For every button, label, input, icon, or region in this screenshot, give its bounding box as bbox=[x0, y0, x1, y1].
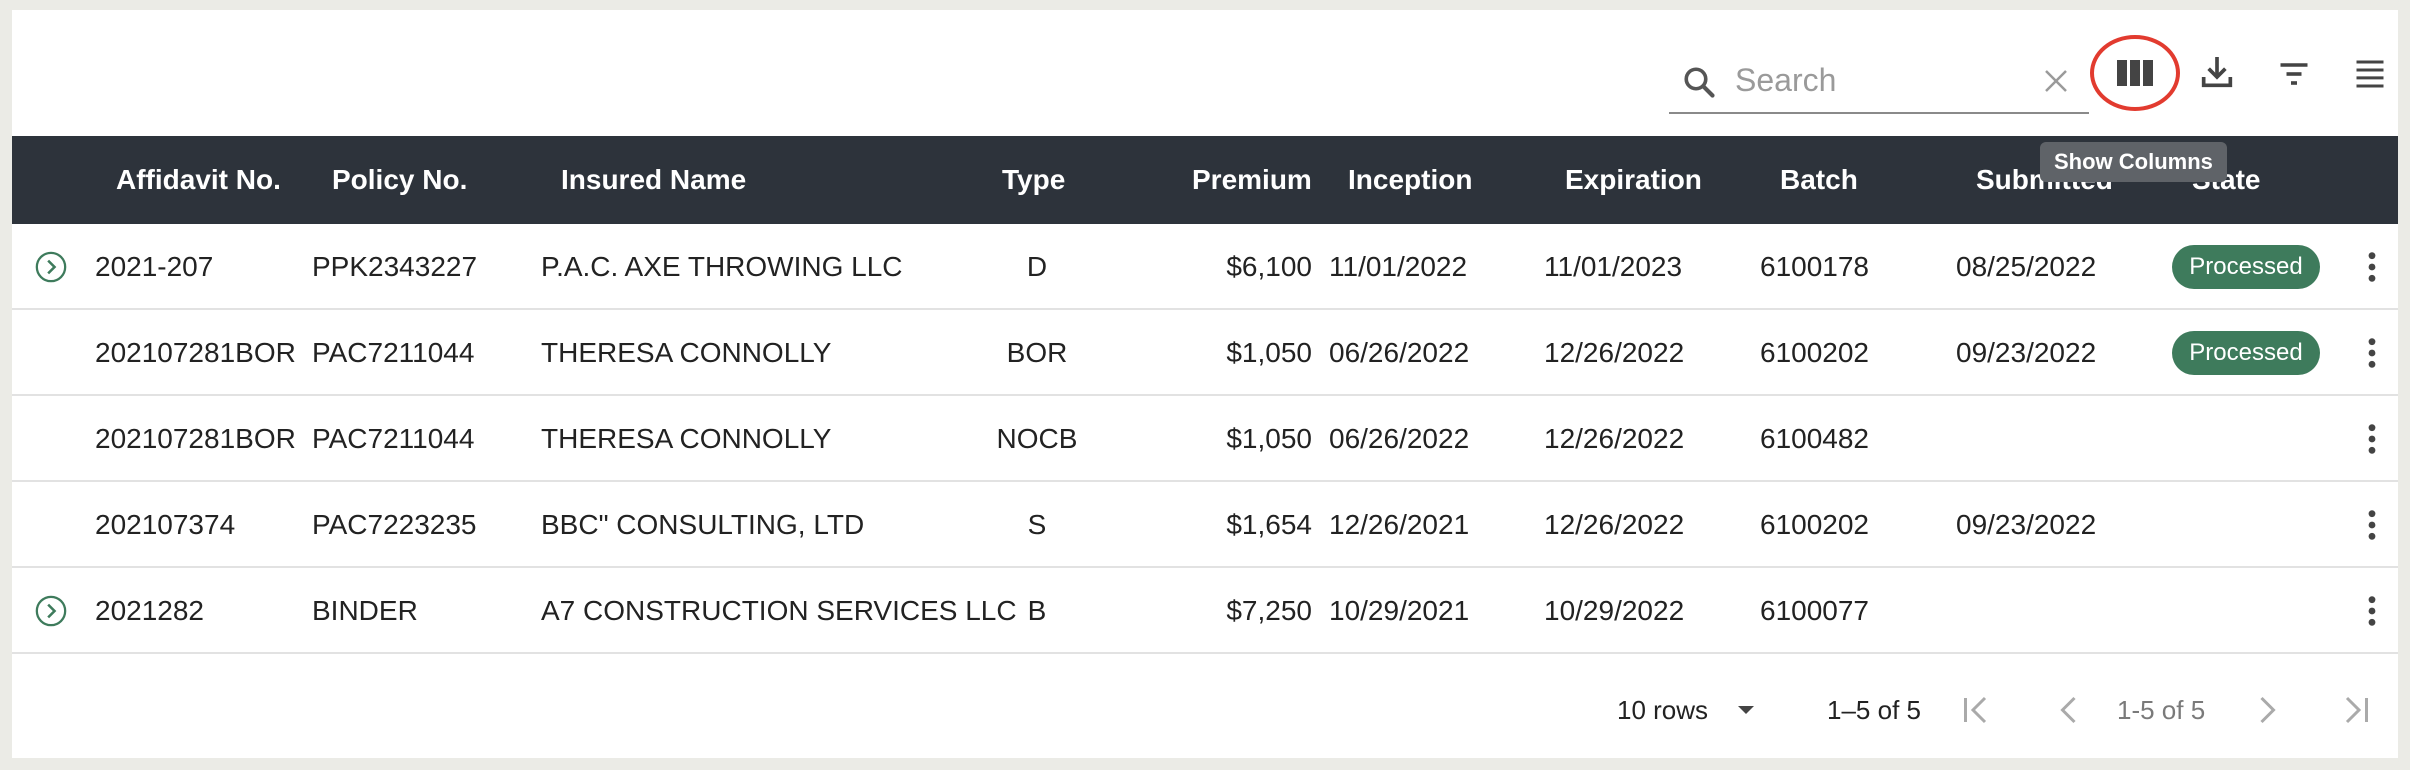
col-header-type[interactable]: Type bbox=[1002, 136, 1065, 224]
cell-policy: PAC7211044 bbox=[312, 423, 475, 454]
cell-affidavit: 2021-207 bbox=[95, 251, 214, 282]
download-button[interactable] bbox=[2189, 44, 2245, 100]
more-vert-icon[interactable] bbox=[2362, 250, 2382, 284]
cell-premium: $1,654 bbox=[1226, 509, 1312, 540]
chevron-down-icon[interactable] bbox=[1732, 698, 1760, 722]
density-button[interactable] bbox=[2342, 46, 2398, 102]
cell-premium: $6,100 bbox=[1226, 251, 1312, 282]
download-icon bbox=[2201, 57, 2233, 88]
cell-submitted: 09/23/2022 bbox=[1956, 509, 2097, 540]
more-vert-icon[interactable] bbox=[2362, 336, 2382, 370]
page-indicator: 1-5 of 5 bbox=[2117, 695, 2206, 725]
cell-submitted bbox=[1956, 568, 2136, 654]
cell-inception: 11/01/2022 bbox=[1329, 251, 1468, 282]
cell-expiration: 12/26/2022 bbox=[1544, 423, 1685, 454]
col-header-affidavit[interactable]: Affidavit No. bbox=[116, 136, 281, 224]
cell-policy: PAC7211044 bbox=[312, 337, 475, 368]
table-row[interactable]: 202107281BOR PAC7211044 THERESA CONNOLLY NO… bbox=[12, 396, 2398, 482]
next-page-icon[interactable] bbox=[2248, 692, 2284, 728]
cell-type: NOCB bbox=[996, 423, 1078, 454]
cell-policy: PPK2343227 bbox=[312, 251, 478, 282]
cell-inception: 10/29/2021 bbox=[1329, 595, 1470, 626]
search-icon bbox=[1684, 67, 1715, 98]
col-header-premium[interactable]: Premium bbox=[1192, 136, 1312, 224]
first-page-icon[interactable] bbox=[1958, 692, 1994, 728]
previous-page-icon[interactable] bbox=[2052, 692, 2088, 728]
cell-insured: THERESA CONNOLLY bbox=[541, 337, 832, 368]
col-header-inception[interactable]: Inception bbox=[1348, 136, 1472, 224]
expand-row-icon[interactable] bbox=[34, 250, 68, 284]
pagination-range: 1–5 of 5 bbox=[1827, 695, 1921, 725]
filter-icon bbox=[2280, 63, 2308, 85]
cell-affidavit: 202107281BOR bbox=[95, 337, 296, 368]
search-input[interactable] bbox=[1735, 58, 2035, 102]
col-header-batch[interactable]: Batch bbox=[1780, 136, 1858, 224]
cell-submitted: 08/25/2022 bbox=[1956, 251, 2097, 282]
table-row[interactable]: 202107281BOR PAC7211044 THERESA CONNOLLY BO… bbox=[12, 310, 2398, 396]
cell-expiration: 12/26/2022 bbox=[1544, 509, 1685, 540]
cell-type: D bbox=[1026, 251, 1048, 282]
more-vert-icon[interactable] bbox=[2362, 508, 2382, 542]
cell-submitted bbox=[1956, 396, 2136, 482]
cell-premium: $1,050 bbox=[1226, 337, 1312, 368]
table-row[interactable]: 2021282 BINDER A7 CONSTRUCTION SERVICES LL… bbox=[12, 568, 2398, 654]
table-toolbar bbox=[12, 10, 2398, 136]
cell-type: S bbox=[1027, 509, 1047, 540]
cell-batch: 6100202 bbox=[1760, 337, 1870, 368]
more-vert-icon[interactable] bbox=[2362, 594, 2382, 628]
last-page-icon[interactable] bbox=[2338, 692, 2374, 728]
cell-batch: 6100178 bbox=[1760, 251, 1870, 282]
cell-inception: 06/26/2022 bbox=[1329, 423, 1470, 454]
status-badge: Processed bbox=[2172, 331, 2320, 375]
cell-premium: $7,250 bbox=[1226, 595, 1312, 626]
search-box[interactable] bbox=[1669, 48, 2089, 114]
show-columns-tooltip: Show Columns bbox=[2040, 142, 2227, 182]
cell-insured: P.A.C. AXE THROWING LLC bbox=[541, 251, 903, 282]
filter-button[interactable] bbox=[2266, 46, 2322, 102]
expand-row-icon[interactable] bbox=[34, 594, 68, 628]
cell-batch: 6100202 bbox=[1760, 509, 1870, 540]
more-vert-icon[interactable] bbox=[2362, 422, 2382, 456]
status-badge: Processed bbox=[2172, 245, 2320, 289]
table-row[interactable]: 2021-207 PPK2343227 P.A.C. AXE THROWING LL… bbox=[12, 224, 2398, 310]
cell-batch: 6100482 bbox=[1760, 423, 1870, 454]
density-icon bbox=[2356, 60, 2384, 88]
col-header-policy[interactable]: Policy No. bbox=[332, 136, 467, 224]
cell-premium: $1,050 bbox=[1226, 423, 1312, 454]
cell-policy: PAC7223235 bbox=[312, 509, 477, 540]
cell-submitted: 09/23/2022 bbox=[1956, 337, 2097, 368]
cell-affidavit: 202107374 bbox=[95, 509, 236, 540]
cell-insured: BBC" CONSULTING, LTD bbox=[541, 509, 865, 540]
cell-inception: 12/26/2021 bbox=[1329, 509, 1470, 540]
cell-expiration: 12/26/2022 bbox=[1544, 337, 1685, 368]
cell-insured: A7 CONSTRUCTION SERVICES LLC bbox=[541, 595, 1017, 626]
cell-affidavit: 2021282 bbox=[95, 595, 205, 626]
col-header-expiration[interactable]: Expiration bbox=[1565, 136, 1702, 224]
clear-search-icon[interactable] bbox=[2041, 66, 2071, 96]
table-pagination: 10 rows 1–5 of 5 1-5 of 5 bbox=[12, 662, 2398, 758]
cell-expiration: 11/01/2023 bbox=[1544, 251, 1683, 282]
cell-type: B bbox=[1027, 595, 1047, 626]
show-columns-button[interactable] bbox=[2107, 45, 2163, 101]
columns-icon bbox=[2117, 60, 2153, 86]
table-row[interactable]: 202107374 PAC7223235 BBC" CONSULTING, LTD S… bbox=[12, 482, 2398, 568]
cell-affidavit: 202107281BOR bbox=[95, 423, 296, 454]
cell-insured: THERESA CONNOLLY bbox=[541, 423, 832, 454]
cell-expiration: 10/29/2022 bbox=[1544, 595, 1685, 626]
cell-policy: BINDER bbox=[312, 595, 418, 626]
rows-per-page-select[interactable]: 10 rows bbox=[1617, 688, 1708, 732]
cell-batch: 6100077 bbox=[1760, 595, 1870, 626]
data-table-card: Show Columns Affidavit No. Policy No. In… bbox=[12, 10, 2398, 758]
cell-type: BOR bbox=[1006, 337, 1068, 368]
col-header-insured[interactable]: Insured Name bbox=[561, 136, 746, 224]
cell-inception: 06/26/2022 bbox=[1329, 337, 1470, 368]
